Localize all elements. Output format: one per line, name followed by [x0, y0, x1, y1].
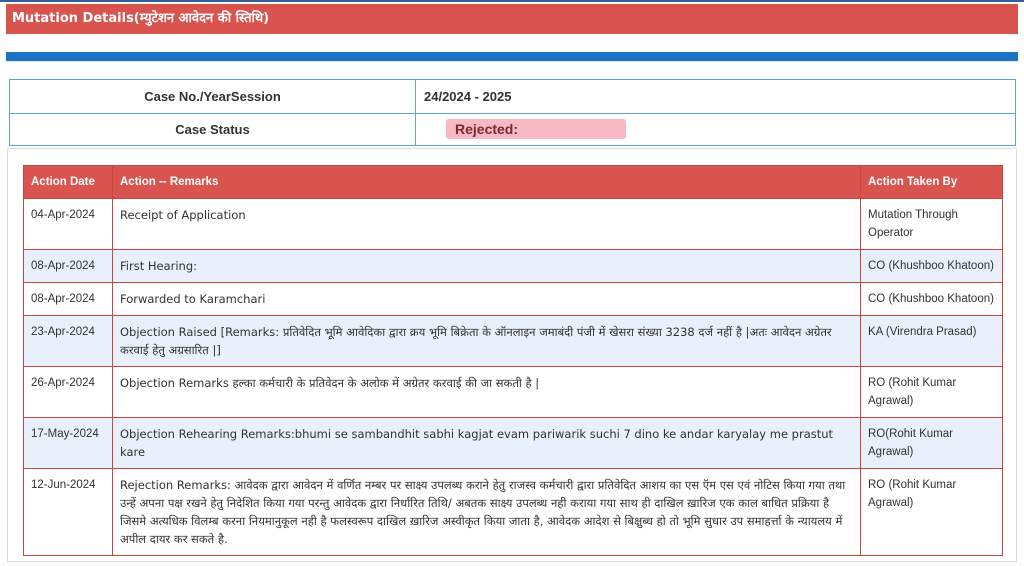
cell-remarks: Objection Remarks हल्का कर्मचारी के प्रत… [112, 366, 861, 418]
case-number-label: Case No./YearSession [10, 80, 416, 113]
section-divider-bar [6, 52, 1018, 61]
cell-taken-by: Mutation Through Operator [860, 198, 1003, 250]
table-row: 08-Apr-2024 Forwarded to Karamchari CO (… [23, 282, 1003, 316]
column-header-action-date: Action Date [23, 165, 113, 199]
cell-action-date: 04-Apr-2024 [23, 198, 113, 250]
action-history-table: Action Date Action -- Remarks Action Tak… [23, 165, 1003, 556]
case-status-label: Case Status [10, 113, 416, 145]
cell-taken-by: RO(Rohit Kumar Agrawal) [860, 417, 1003, 469]
cell-action-date: 12-Jun-2024 [23, 468, 113, 556]
cell-action-date: 08-Apr-2024 [23, 282, 113, 316]
cell-remarks: First Hearing: [112, 249, 861, 283]
case-info-table: Case No./YearSession 24/2024 - 2025 Case… [9, 79, 1016, 146]
top-border-line [0, 0, 1024, 2]
column-header-taken-by: Action Taken By [860, 165, 1003, 199]
cell-action-date: 08-Apr-2024 [23, 249, 113, 283]
table-row: 08-Apr-2024 First Hearing: CO (Khushboo … [23, 249, 1003, 283]
table-row: 04-Apr-2024 Receipt of Application Mutat… [23, 198, 1003, 250]
cell-remarks: Objection Raised [Remarks: प्रतिवेदित भू… [112, 315, 861, 367]
cell-action-date: 17-May-2024 [23, 417, 113, 469]
cell-taken-by: RO (Rohit Kumar Agrawal) [860, 468, 1003, 556]
table-row: 17-May-2024 Objection Rehearing Remarks:… [23, 417, 1003, 469]
cell-remarks: Receipt of Application [112, 198, 861, 250]
table-row: 26-Apr-2024 Objection Remarks हल्का कर्म… [23, 366, 1003, 418]
cell-action-date: 26-Apr-2024 [23, 366, 113, 418]
table-header-row: Action Date Action -- Remarks Action Tak… [23, 165, 1003, 199]
cell-taken-by: CO (Khushboo Khatoon) [860, 249, 1003, 283]
cell-remarks: Rejection Remarks: आवेदक द्वारा आवेदन मे… [112, 468, 861, 556]
case-number-row: Case No./YearSession 24/2024 - 2025 [10, 80, 1015, 114]
column-header-remarks: Action -- Remarks [112, 165, 861, 199]
table-row: 23-Apr-2024 Objection Raised [Remarks: प… [23, 315, 1003, 367]
cell-remarks: Forwarded to Karamchari [112, 282, 861, 316]
cell-taken-by: RO (Rohit Kumar Agrawal) [860, 366, 1003, 418]
page-title: Mutation Details(म्युटेशन आवेदन की स्तिथ… [6, 4, 1018, 34]
cell-taken-by: KA (Virendra Prasad) [860, 315, 1003, 367]
cell-remarks: Objection Rehearing Remarks:bhumi se sam… [112, 417, 861, 469]
cell-action-date: 23-Apr-2024 [23, 315, 113, 367]
cell-taken-by: CO (Khushboo Khatoon) [860, 282, 1003, 316]
status-badge: Rejected: [446, 119, 626, 139]
case-number-value: 24/2024 - 2025 [424, 89, 512, 104]
divider-line [6, 61, 1018, 62]
action-history-panel: Action Date Action -- Remarks Action Tak… [7, 148, 1017, 562]
case-status-row: Case Status Rejected: [10, 113, 1015, 145]
table-row: 12-Jun-2024 Rejection Remarks: आवेदक द्व… [23, 468, 1003, 556]
